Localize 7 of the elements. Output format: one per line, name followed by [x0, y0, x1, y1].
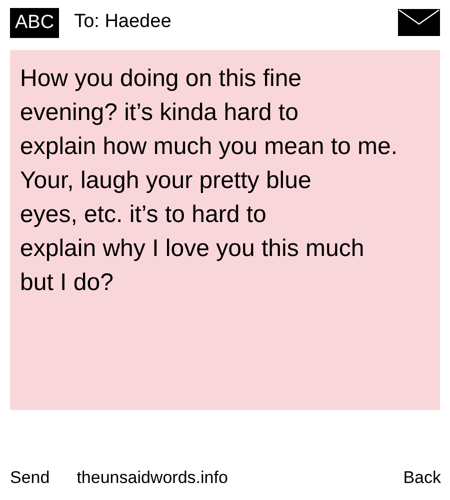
- send-softkey[interactable]: Send: [10, 464, 50, 490]
- envelope-icon: [398, 9, 440, 36]
- input-mode-indicator: ABC: [10, 8, 60, 38]
- website-label: theunsaidwords.info: [76, 466, 228, 489]
- back-softkey[interactable]: Back: [403, 464, 441, 490]
- message-text-area[interactable]: How you doing on this fine evening? it’s kinda hard to explain how much you mean to me. Your, laugh your pretty blue eyes, etc. it’s to hard to explain why I love you this much but I do?: [10, 50, 440, 410]
- recipient-label: To: Haedee: [74, 10, 172, 34]
